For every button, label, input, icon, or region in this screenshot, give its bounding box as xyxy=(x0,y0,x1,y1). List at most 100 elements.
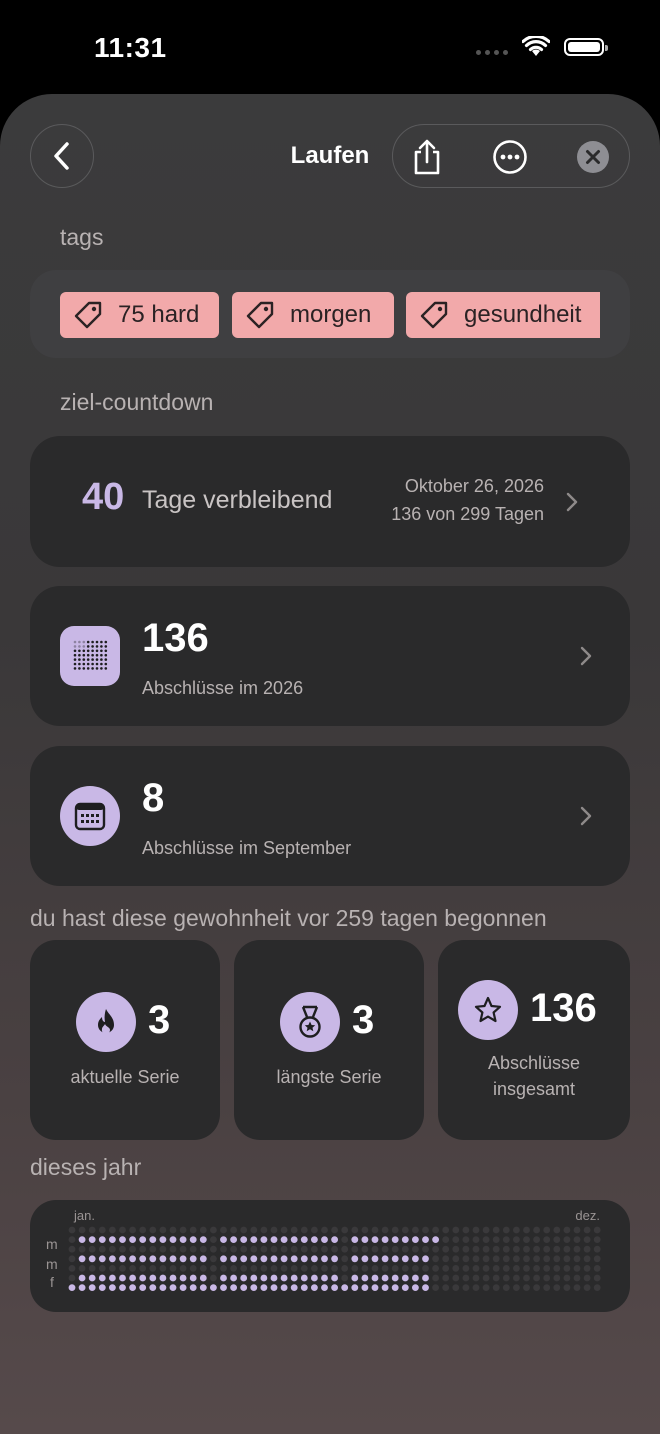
heatmap-day xyxy=(199,1284,207,1291)
heatmap-day xyxy=(159,1265,167,1272)
heatmap-day xyxy=(321,1226,328,1234)
heatmap-day xyxy=(159,1226,167,1234)
heatmap-day xyxy=(179,1274,187,1282)
heatmap-day xyxy=(189,1226,197,1234)
heatmap-day xyxy=(311,1226,318,1234)
heatmap-day xyxy=(513,1255,520,1263)
heatmap-day xyxy=(199,1274,207,1282)
heatmap-day xyxy=(149,1245,157,1253)
heatmap-day xyxy=(442,1284,450,1291)
longest-streak-label: längste Serie xyxy=(276,1067,382,1087)
tag-chip[interactable]: 75 hard xyxy=(60,292,219,338)
heatmap-day xyxy=(462,1265,470,1272)
heatmap-day xyxy=(482,1265,490,1272)
heatmap-day xyxy=(462,1284,470,1291)
back-button[interactable] xyxy=(30,124,94,188)
heatmap-day xyxy=(371,1284,379,1291)
heatmap-day xyxy=(240,1245,248,1253)
heatmap-day xyxy=(593,1284,601,1291)
heatmap-day xyxy=(361,1236,369,1243)
heatmap-day xyxy=(452,1226,460,1234)
heatmap-day xyxy=(88,1284,96,1291)
heatmap-day xyxy=(129,1284,136,1291)
heatmap-day xyxy=(553,1255,561,1263)
heatmap-day xyxy=(260,1245,268,1253)
heatmap-day xyxy=(523,1274,530,1282)
tag-chip[interactable]: gesundheit xyxy=(406,292,600,338)
heatmap-day xyxy=(563,1265,571,1272)
flame-icon xyxy=(76,992,136,1052)
heatmap-day xyxy=(169,1255,177,1263)
calendar-icon xyxy=(60,786,120,846)
month-completions-value: 8 xyxy=(142,776,165,820)
heatmap-day xyxy=(300,1245,308,1253)
heatmap-day xyxy=(189,1284,197,1291)
heatmap-day xyxy=(179,1245,187,1253)
share-button[interactable] xyxy=(405,135,449,179)
heatmap-day xyxy=(452,1245,460,1253)
heatmap-day xyxy=(210,1284,217,1291)
heatmap-day xyxy=(391,1245,399,1253)
heatmap-day xyxy=(523,1236,530,1243)
heatmap-day xyxy=(270,1255,278,1263)
chevron-right-icon xyxy=(566,492,578,511)
heatmap-day xyxy=(240,1284,248,1291)
heatmap-day xyxy=(593,1245,601,1253)
current-streak-card: 3 aktuelle Serie xyxy=(30,940,220,1140)
heatmap-day xyxy=(422,1226,429,1234)
heatmap-day xyxy=(351,1236,359,1243)
heatmap-day xyxy=(199,1265,207,1272)
heatmap-day xyxy=(472,1236,480,1243)
close-button[interactable] xyxy=(571,135,615,179)
heatmap-day xyxy=(422,1245,429,1253)
heatmap-day xyxy=(270,1236,278,1243)
heatmap-day xyxy=(331,1274,338,1282)
year-completions-card[interactable]: 136 Abschlüsse im 2026 xyxy=(30,586,630,726)
heatmap-day xyxy=(159,1255,167,1263)
heatmap-day xyxy=(341,1236,349,1243)
heatmap-day xyxy=(351,1255,359,1263)
heatmap-day xyxy=(361,1274,369,1282)
heatmap-day xyxy=(492,1236,500,1243)
heatmap-day xyxy=(452,1284,460,1291)
total-completions-card: 136 Abschlüsse insgesamt xyxy=(438,940,630,1140)
heatmap-day xyxy=(331,1245,338,1253)
signal-icon xyxy=(476,49,508,55)
heatmap-day xyxy=(401,1236,409,1243)
heatmap-day xyxy=(280,1255,288,1263)
heatmap-day xyxy=(68,1255,76,1263)
month-completions-card[interactable]: 8 Abschlüsse im September xyxy=(30,746,630,886)
heatmap-day xyxy=(371,1274,379,1282)
close-icon xyxy=(577,141,609,173)
heatmap-day xyxy=(98,1226,106,1234)
heatmap-day xyxy=(351,1274,359,1282)
heatmap-day xyxy=(492,1274,500,1282)
heatmap-day xyxy=(573,1236,581,1243)
heatmap-day xyxy=(432,1265,439,1272)
share-icon xyxy=(414,139,440,175)
heatmap-day xyxy=(533,1284,540,1291)
heatmap-day xyxy=(492,1265,500,1272)
tags-row: 75 hard morgen gesundheit xyxy=(30,270,630,358)
heatmap-day xyxy=(472,1245,480,1253)
more-button[interactable] xyxy=(488,135,532,179)
heatmap-day xyxy=(109,1274,116,1282)
heatmap-day xyxy=(210,1265,217,1272)
countdown-card[interactable]: 40 Tage verbleibend Oktober 26, 2026 136… xyxy=(30,436,630,567)
heatmap-day xyxy=(563,1236,571,1243)
heatmap-day xyxy=(341,1255,349,1263)
heatmap-day xyxy=(593,1255,601,1263)
heatmap-day xyxy=(250,1255,258,1263)
heatmap-day xyxy=(280,1245,288,1253)
countdown-days: 40 xyxy=(82,476,125,518)
heatmap-day xyxy=(230,1284,238,1291)
heatmap-day xyxy=(98,1245,106,1253)
heatmap-day xyxy=(98,1274,106,1282)
heatmap-day xyxy=(98,1284,106,1291)
heatmap-day xyxy=(189,1265,197,1272)
heatmap-day xyxy=(482,1274,490,1282)
tag-chip[interactable]: morgen xyxy=(232,292,394,338)
heatmap-day xyxy=(513,1226,520,1234)
heatmap-day xyxy=(189,1236,197,1243)
heatmap-day xyxy=(290,1284,298,1291)
